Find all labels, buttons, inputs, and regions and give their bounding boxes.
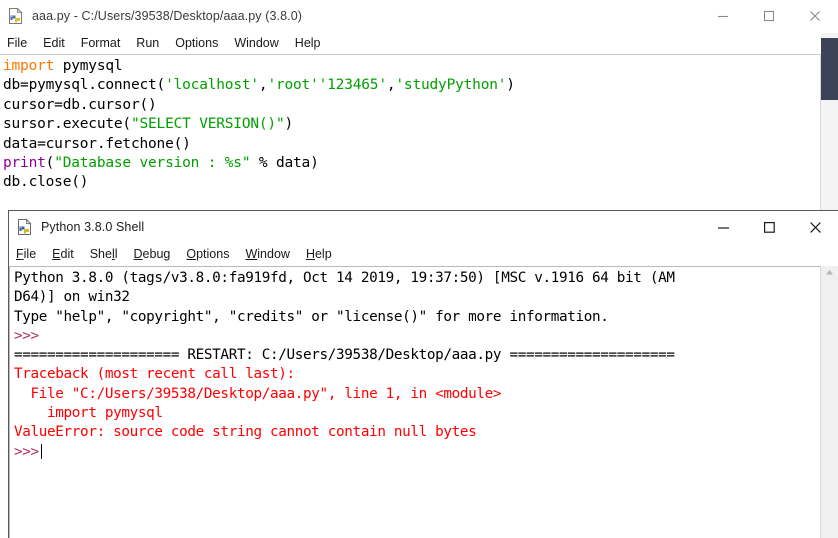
text-run: print: [3, 155, 46, 172]
code-line: cursor=db.cursor(): [3, 96, 820, 115]
idle-python-file-icon: [7, 7, 25, 25]
menu-window[interactable]: Window: [245, 243, 297, 265]
text-run: ): [506, 77, 515, 94]
code-editor-area[interactable]: import pymysql db=pymysql.connect('localh…: [0, 54, 820, 222]
editor-body: import pymysql db=pymysql.connect('localh…: [0, 54, 838, 222]
menu-run[interactable]: Run: [136, 32, 167, 54]
menu-format[interactable]: Format: [81, 32, 129, 54]
text-run: db=pymysql.connect(: [3, 77, 166, 94]
idle-python-shell-icon: [16, 218, 34, 236]
editor-window: aaa.py - C:/Users/39538/Desktop/aaa.py (…: [0, 0, 838, 222]
text-run: "Database version : %s": [54, 155, 251, 172]
shell-line: Python 3.8.0 (tags/v3.8.0:fa919fd, Oct 1…: [14, 269, 820, 288]
shell-menubar: File Edit Shell Debug Options Window Help: [9, 243, 838, 265]
text-run: data=cursor.fetchone(): [3, 135, 191, 152]
outer-vertical-scrollbar[interactable]: [821, 33, 838, 211]
shell-titlebar[interactable]: Python 3.8.0 Shell: [9, 211, 838, 243]
menu-help[interactable]: Help: [295, 32, 329, 54]
text-run: >>>: [14, 443, 39, 460]
text-run: cursor=db.cursor(): [3, 96, 157, 113]
text-run: "SELECT VERSION()": [130, 116, 285, 133]
shell-line: Traceback (most recent call last):: [14, 365, 820, 384]
text-run: >>>: [14, 327, 39, 344]
code-line: sursor.execute("SELECT VERSION()"): [3, 115, 820, 134]
menu-options[interactable]: Options: [186, 243, 237, 265]
text-run: import: [3, 58, 55, 74]
shell-window: Python 3.8.0 Shell File Edit Shell Debug Opt…: [8, 210, 838, 538]
editor-title: aaa.py - C:/Users/39538/Desktop/aaa.py (…: [32, 9, 303, 23]
outer-scrollbar-thumb[interactable]: [821, 38, 838, 100]
shell-body: Python 3.8.0 (tags/v3.8.0:fa919fd, Oct 1…: [9, 266, 838, 538]
shell-line: ==================== RESTART: C:/Users/3…: [14, 346, 820, 365]
code-line: db.close(): [3, 173, 820, 192]
shell-line: Type "help", "copyright", "credits" or "…: [14, 308, 820, 327]
shell-output-area[interactable]: Python 3.8.0 (tags/v3.8.0:fa919fd, Oct 1…: [9, 266, 820, 538]
minimize-icon[interactable]: [700, 211, 746, 243]
scroll-up-arrow-icon[interactable]: [821, 269, 838, 276]
text-run: 'root': [267, 77, 319, 94]
text-run: D64)] on win32: [14, 289, 130, 306]
shell-line: File "C:/Users/39538/Desktop/aaa.py", li…: [14, 385, 820, 404]
text-caret: [40, 443, 42, 459]
maximize-icon[interactable]: [746, 211, 792, 243]
text-run: db.close(): [3, 174, 89, 191]
shell-title: Python 3.8.0 Shell: [41, 220, 145, 234]
text-run: '123465': [318, 77, 387, 94]
text-run: ==================== RESTART: C:/Users/3…: [14, 347, 675, 364]
text-run: % data): [250, 155, 319, 172]
text-run: 'studyPython': [395, 77, 507, 94]
text-run: (: [45, 155, 55, 172]
menu-file[interactable]: File: [7, 32, 35, 54]
menu-options[interactable]: Options: [175, 32, 226, 54]
code-line: db=pymysql.connect('localhost','root''12…: [3, 76, 820, 95]
minimize-icon[interactable]: [700, 0, 746, 32]
text-run: ValueError: source code string cannot co…: [14, 424, 477, 441]
menu-shell[interactable]: Shell: [90, 243, 126, 265]
shell-vertical-scrollbar[interactable]: [820, 266, 838, 538]
close-icon[interactable]: [792, 211, 838, 243]
shell-line: import pymysql: [14, 404, 820, 423]
shell-window-controls: [700, 211, 838, 243]
text-run: Type "help", "copyright", "credits" or "…: [14, 308, 609, 325]
shell-line: >>>: [14, 327, 820, 346]
text-run: Python 3.8.0 (tags/v3.8.0:fa919fd, Oct 1…: [14, 270, 675, 286]
text-run: Traceback (most recent call last):: [14, 366, 295, 383]
shell-line: ValueError: source code string cannot co…: [14, 423, 820, 442]
close-icon[interactable]: [792, 0, 838, 32]
editor-window-controls: [700, 0, 838, 32]
shell-line: D64)] on win32: [14, 288, 820, 307]
menu-window[interactable]: Window: [234, 32, 286, 54]
menu-help[interactable]: Help: [306, 243, 340, 265]
code-line: data=cursor.fetchone(): [3, 135, 820, 154]
text-run: pymysql: [54, 58, 123, 74]
menu-edit[interactable]: Edit: [52, 243, 82, 265]
maximize-icon[interactable]: [746, 0, 792, 32]
text-run: File "C:/Users/39538/Desktop/aaa.py", li…: [14, 385, 502, 402]
code-line: print("Database version : %s" % data): [3, 154, 820, 173]
editor-titlebar[interactable]: aaa.py - C:/Users/39538/Desktop/aaa.py (…: [0, 0, 838, 32]
text-run: 'localhost': [165, 77, 259, 94]
shell-line: >>>: [14, 443, 820, 462]
text-run: sursor.execute(: [3, 116, 131, 133]
menu-file[interactable]: File: [16, 243, 44, 265]
menu-edit[interactable]: Edit: [43, 32, 73, 54]
text-run: import pymysql: [14, 405, 163, 422]
text-run: ): [284, 116, 294, 133]
menu-debug[interactable]: Debug: [134, 243, 179, 265]
code-line: import pymysql: [3, 57, 820, 76]
editor-menubar: File Edit Format Run Options Window Help: [0, 32, 838, 54]
